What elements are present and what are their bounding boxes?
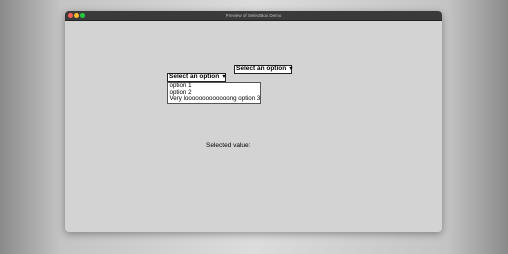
app-window: Preview of SelectBox Demo Select an opti… xyxy=(65,11,442,232)
select-box-top-label: Select an option xyxy=(236,65,287,72)
select-box-open[interactable]: Select an option ▼ xyxy=(167,73,227,82)
dropdown-options-list: option 1 option 2 Very looooooooooooong … xyxy=(167,82,261,104)
select-box-top[interactable]: Select an option ▼ xyxy=(234,65,294,74)
title-bar[interactable]: Preview of SelectBox Demo xyxy=(65,11,442,21)
window-title: Preview of SelectBox Demo xyxy=(225,13,282,18)
selected-value-label: Selected value: xyxy=(206,142,251,149)
select-box-open-label: Select an option xyxy=(169,73,220,80)
dropdown-option-3[interactable]: Very looooooooooooong option 3 xyxy=(168,95,261,103)
dropdown-arrow-icon: ▼ xyxy=(221,74,227,80)
dropdown-arrow-icon: ▼ xyxy=(288,66,294,72)
